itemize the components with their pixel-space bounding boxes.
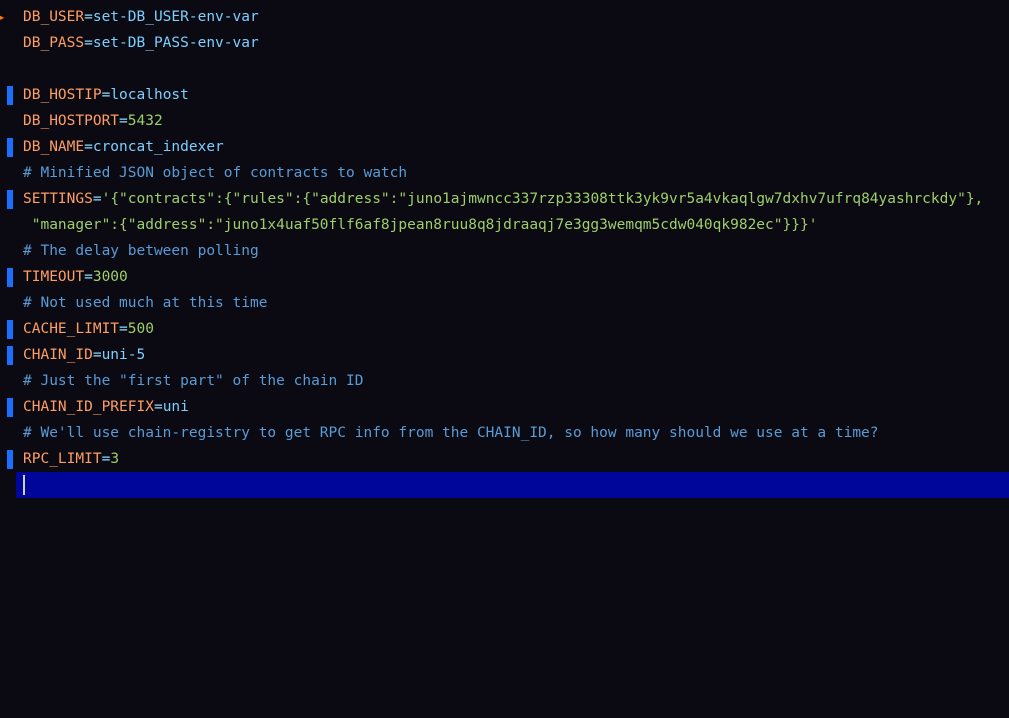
var-value: 3 bbox=[110, 451, 119, 467]
var-value: croncat_indexer bbox=[93, 139, 224, 155]
var-name: CACHE_LIMIT bbox=[23, 321, 119, 337]
code-line[interactable]: RPC_LIMIT=3 bbox=[23, 446, 1009, 472]
change-marker-icon bbox=[7, 398, 13, 417]
equals-sign: = bbox=[84, 9, 93, 25]
code-line[interactable]: DB_HOSTIP=localhost bbox=[23, 82, 1009, 108]
code-line[interactable]: # Not used much at this time bbox=[23, 290, 1009, 316]
code-line[interactable]: # Just the "first part" of the chain ID bbox=[23, 368, 1009, 394]
var-name: DB_HOSTIP bbox=[23, 87, 102, 103]
code-line[interactable]: # The delay between polling bbox=[23, 238, 1009, 264]
change-marker-icon bbox=[7, 86, 13, 105]
var-value: uni bbox=[163, 399, 189, 415]
comment-text: # We'll use chain-registry to get RPC in… bbox=[23, 425, 879, 441]
equals-sign: = bbox=[154, 399, 163, 415]
arrow-marker-icon: ▶ bbox=[0, 4, 4, 30]
change-marker-icon bbox=[7, 450, 13, 469]
change-marker-icon bbox=[7, 138, 13, 157]
var-value: 3000 bbox=[93, 269, 128, 285]
string-quote: ' bbox=[102, 191, 111, 207]
code-content[interactable]: DB_USER=set-DB_USER-env-varDB_PASS=set-D… bbox=[16, 0, 1009, 718]
change-marker-icon bbox=[7, 320, 13, 339]
change-marker-icon bbox=[7, 346, 13, 365]
editor-gutter: ▶ bbox=[0, 0, 16, 718]
equals-sign: = bbox=[119, 113, 128, 129]
var-value: localhost bbox=[110, 87, 189, 103]
equals-sign: = bbox=[102, 87, 111, 103]
code-line[interactable]: DB_PASS=set-DB_PASS-env-var bbox=[23, 30, 1009, 56]
equals-sign: = bbox=[84, 269, 93, 285]
var-name: DB_HOSTPORT bbox=[23, 113, 119, 129]
comment-text: # Not used much at this time bbox=[23, 295, 267, 311]
code-editor[interactable]: ▶ DB_USER=set-DB_USER-env-varDB_PASS=set… bbox=[0, 0, 1009, 718]
current-line-highlight bbox=[16, 472, 1009, 498]
var-name: SETTINGS bbox=[23, 191, 93, 207]
comment-text: # The delay between polling bbox=[23, 243, 259, 259]
var-value: uni-5 bbox=[102, 347, 146, 363]
var-value: set-DB_PASS-env-var bbox=[93, 35, 259, 51]
var-name: TIMEOUT bbox=[23, 269, 84, 285]
var-name: CHAIN_ID_PREFIX bbox=[23, 399, 154, 415]
code-line[interactable]: TIMEOUT=3000 bbox=[23, 264, 1009, 290]
var-value: 500 bbox=[128, 321, 154, 337]
code-line[interactable]: DB_HOSTPORT=5432 bbox=[23, 108, 1009, 134]
equals-sign: = bbox=[102, 451, 111, 467]
var-name: RPC_LIMIT bbox=[23, 451, 102, 467]
string-quote: ' bbox=[809, 217, 818, 233]
equals-sign: = bbox=[84, 35, 93, 51]
equals-sign: = bbox=[84, 139, 93, 155]
code-line[interactable]: DB_USER=set-DB_USER-env-var bbox=[23, 4, 1009, 30]
var-name: DB_PASS bbox=[23, 35, 84, 51]
code-line[interactable] bbox=[23, 56, 1009, 82]
code-line[interactable]: "manager":{"address":"juno1x4uaf50flf6af… bbox=[23, 212, 1009, 238]
var-value: 5432 bbox=[128, 113, 163, 129]
comment-text: # Just the "first part" of the chain ID bbox=[23, 373, 363, 389]
comment-text: # Minified JSON object of contracts to w… bbox=[23, 165, 407, 181]
code-line[interactable]: # Minified JSON object of contracts to w… bbox=[23, 160, 1009, 186]
text-cursor bbox=[23, 475, 25, 495]
code-line[interactable]: CHAIN_ID_PREFIX=uni bbox=[23, 394, 1009, 420]
code-line[interactable]: CHAIN_ID=uni-5 bbox=[23, 342, 1009, 368]
var-name: DB_NAME bbox=[23, 139, 84, 155]
var-name: DB_USER bbox=[23, 9, 84, 25]
equals-sign: = bbox=[93, 347, 102, 363]
equals-sign: = bbox=[93, 191, 102, 207]
change-marker-icon bbox=[7, 268, 13, 287]
code-line[interactable]: CACHE_LIMIT=500 bbox=[23, 316, 1009, 342]
var-value: set-DB_USER-env-var bbox=[93, 9, 259, 25]
equals-sign: = bbox=[119, 321, 128, 337]
json-content: {"contracts":{"rules":{"address":"juno1a… bbox=[110, 191, 983, 207]
json-content: "manager":{"address":"juno1x4uaf50flf6af… bbox=[23, 217, 809, 233]
change-marker-icon bbox=[7, 190, 13, 209]
var-name: CHAIN_ID bbox=[23, 347, 93, 363]
code-line[interactable]: DB_NAME=croncat_indexer bbox=[23, 134, 1009, 160]
code-line[interactable]: # We'll use chain-registry to get RPC in… bbox=[23, 420, 1009, 446]
code-line[interactable]: SETTINGS='{"contracts":{"rules":{"addres… bbox=[23, 186, 1009, 212]
